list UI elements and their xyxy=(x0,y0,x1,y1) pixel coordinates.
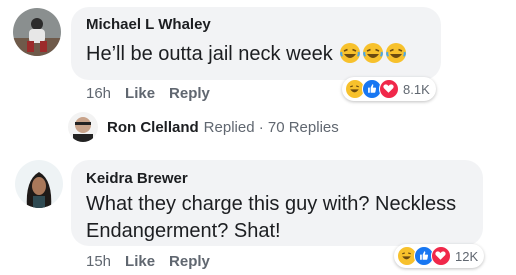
comment-text-line: What they charge this guy with? Neckless xyxy=(86,193,457,215)
like-button[interactable]: Like xyxy=(125,253,155,270)
reaction-summary[interactable]: 8.1K xyxy=(342,77,436,101)
reaction-count: 8.1K xyxy=(403,81,430,97)
avatar-keidra[interactable] xyxy=(15,160,63,208)
reaction-count: 12K xyxy=(455,248,479,264)
laughing-emoji-icon xyxy=(340,43,361,63)
love-reaction-icon xyxy=(379,79,399,99)
comment-meta: 15h Like Reply xyxy=(86,253,210,270)
comment-text-line: Endangerment? Shat! xyxy=(86,220,281,242)
replies-summary[interactable]: Ron Clelland Replied · 70 Replies xyxy=(68,112,339,142)
reply-count-text[interactable]: Replied · 70 Replies xyxy=(204,119,339,136)
laughing-emoji-icon xyxy=(363,43,384,63)
reply-button[interactable]: Reply xyxy=(169,85,210,102)
like-button[interactable]: Like xyxy=(125,85,155,102)
reply-author[interactable]: Ron Clelland xyxy=(107,119,199,136)
comment-author[interactable]: Keidra Brewer xyxy=(86,170,188,187)
avatar-michael[interactable] xyxy=(13,8,61,56)
reply-button[interactable]: Reply xyxy=(169,253,210,270)
reaction-summary[interactable]: 12K xyxy=(394,244,485,268)
love-reaction-icon xyxy=(431,246,451,266)
comment-text: What they charge this guy with? Neckless… xyxy=(86,191,456,245)
avatar-ron xyxy=(68,112,98,142)
laughing-emoji-icon xyxy=(386,43,407,63)
comment-text-content: He’ll be outta jail neck week xyxy=(86,43,333,65)
comment-author[interactable]: Michael L Whaley xyxy=(86,16,211,33)
comment-time[interactable]: 15h xyxy=(86,253,111,270)
comment-meta: 16h Like Reply xyxy=(86,85,210,102)
comment-text: He’ll be outta jail neck week xyxy=(86,41,407,68)
comment-time[interactable]: 16h xyxy=(86,85,111,102)
